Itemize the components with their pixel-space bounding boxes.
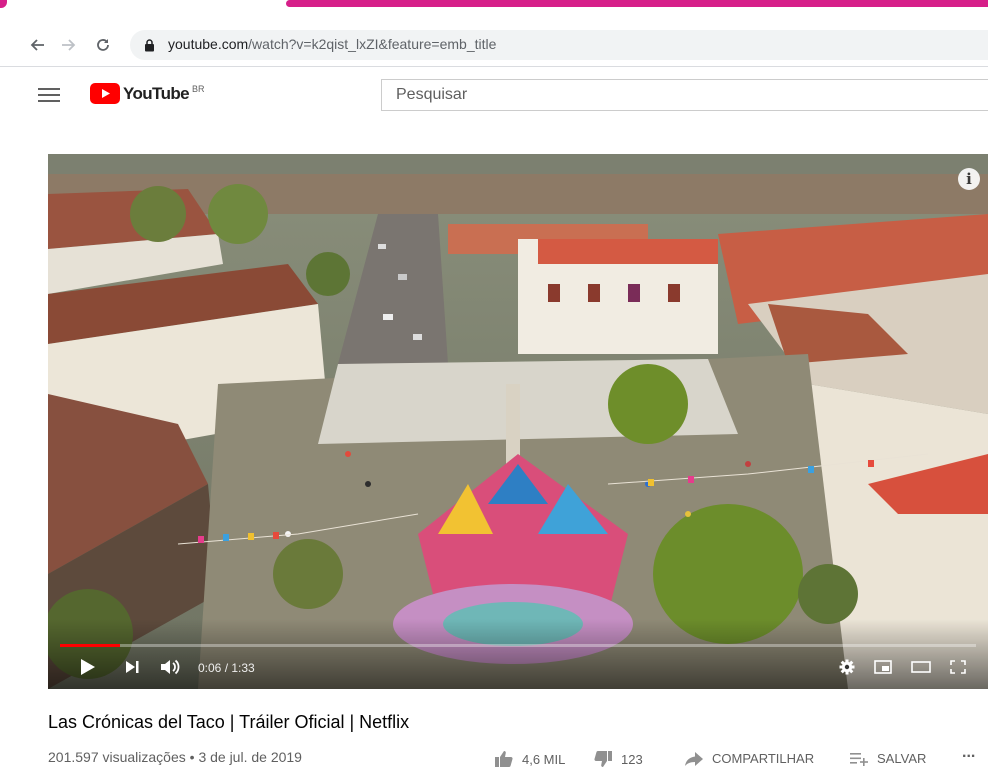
video-title: Las Crónicas del Taco | Tráiler Oficial …	[48, 712, 410, 732]
lock-icon	[145, 39, 154, 52]
share-arrow-icon	[685, 751, 703, 766]
miniplayer-button[interactable]	[871, 653, 895, 681]
more-actions-button[interactable]: ...	[962, 744, 975, 762]
reload-icon	[97, 39, 109, 51]
video-player[interactable]: i 0:06 / 1:33	[48, 154, 988, 689]
dislike-count: 123	[621, 751, 643, 767]
info-icon[interactable]: i	[958, 168, 980, 190]
playlist-add-icon	[850, 752, 868, 766]
youtube-logo[interactable]: YouTube BR	[90, 83, 205, 105]
progress-bar[interactable]	[60, 644, 976, 647]
browser-navigation-bar: youtube.com/watch?v=k2qist_lxZI&feature=…	[0, 28, 988, 62]
arrow-left-icon	[30, 39, 44, 51]
save-button[interactable]: SALVAR	[850, 751, 926, 766]
like-count: 4,6 MIL	[522, 751, 566, 767]
play-button[interactable]	[76, 653, 100, 681]
logo-text: YouTube	[123, 84, 190, 103]
save-label: SALVAR	[877, 751, 927, 766]
video-frame	[48, 154, 988, 689]
tab-indicator	[0, 0, 7, 8]
share-label: COMPARTILHAR	[712, 751, 815, 766]
country-code: BR	[192, 84, 205, 94]
fullscreen-icon	[950, 660, 966, 674]
url-host: youtube.com	[168, 36, 249, 52]
play-icon	[81, 659, 95, 675]
page-load-bar	[286, 0, 988, 7]
youtube-play-logo-icon	[90, 83, 120, 104]
more-icon: ...	[962, 744, 976, 761]
back-button[interactable]	[26, 34, 48, 56]
menu-icon[interactable]	[38, 86, 60, 104]
thumbs-down-icon	[594, 751, 612, 767]
thumbs-up-icon	[495, 751, 513, 767]
next-button[interactable]	[120, 653, 144, 681]
share-button[interactable]: COMPARTILHAR	[685, 751, 814, 766]
video-meta: 201.597 visualizações • 3 de jul. de 201…	[48, 749, 302, 765]
theater-mode-button[interactable]	[908, 653, 934, 681]
settings-button[interactable]	[835, 653, 859, 681]
theater-mode-icon	[911, 661, 931, 673]
dislike-button[interactable]: 123	[594, 751, 643, 767]
search-placeholder: Pesquisar	[396, 86, 468, 103]
like-button[interactable]: 4,6 MIL	[495, 751, 565, 767]
reload-button[interactable]	[92, 34, 114, 56]
forward-button[interactable]	[58, 34, 80, 56]
time-display: 0:06 / 1:33	[198, 661, 255, 675]
skip-next-icon	[126, 661, 139, 673]
miniplayer-icon	[874, 660, 892, 674]
volume-icon	[161, 659, 180, 675]
url-text[interactable]: youtube.com/watch?v=k2qist_lxZI&feature=…	[168, 36, 496, 52]
search-input[interactable]: Pesquisar	[381, 79, 988, 111]
gear-icon	[839, 659, 855, 675]
youtube-header: YouTube BR Pesquisar	[0, 67, 988, 123]
fullscreen-button[interactable]	[946, 653, 970, 681]
url-path: /watch?v=k2qist_lxZI&feature=emb_title	[248, 36, 497, 52]
progress-played	[60, 644, 120, 647]
arrow-right-icon	[62, 39, 76, 51]
volume-button[interactable]	[158, 653, 184, 681]
